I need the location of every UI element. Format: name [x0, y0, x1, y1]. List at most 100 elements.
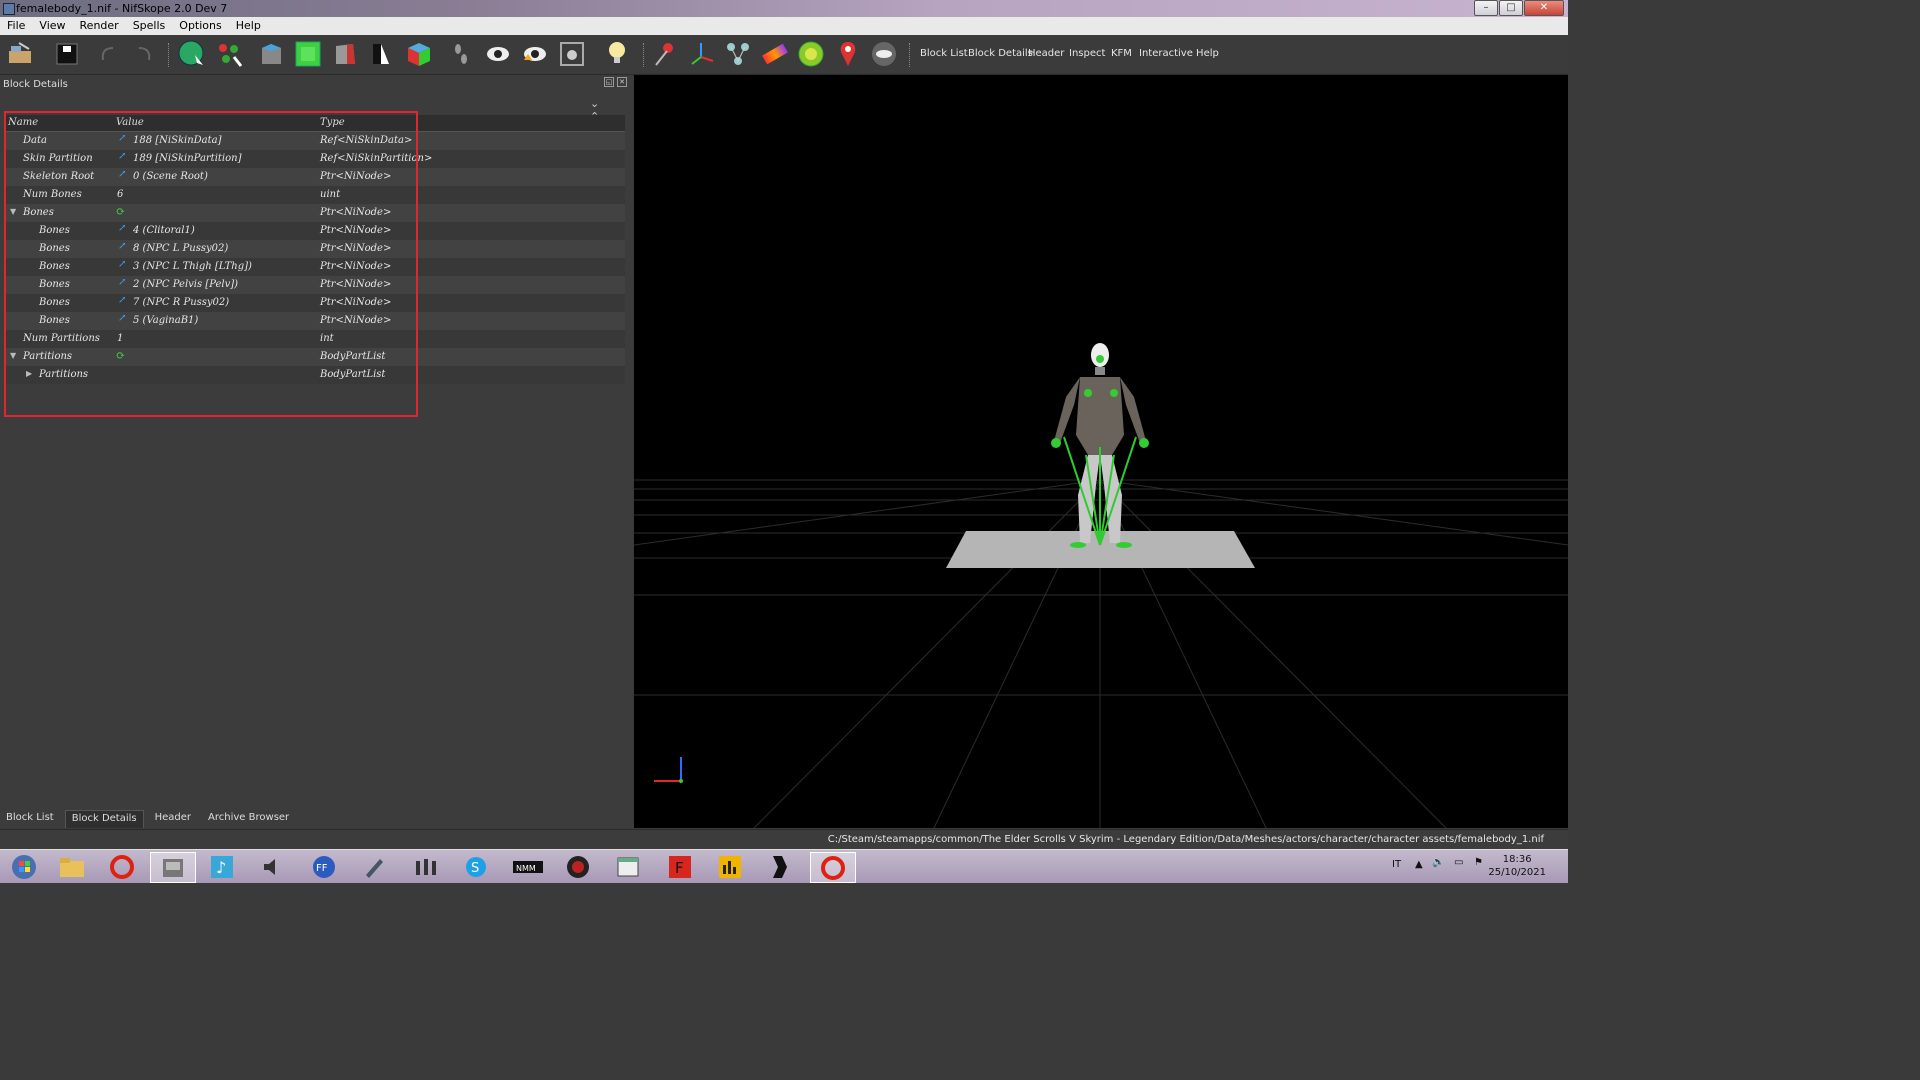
tree-row[interactable]: Bones ↗ 3 (NPC L Thigh [LThg]) Ptr<NiNode> — [6, 258, 625, 276]
column-value[interactable]: Value — [116, 117, 144, 128]
row-value[interactable]: 3 (NPC L Thigh [LThg]) — [133, 261, 252, 272]
cube-green-icon[interactable] — [293, 39, 323, 69]
menu-view[interactable]: View — [32, 17, 72, 35]
tree-row[interactable]: Bones ↗ 2 (NPC Pelvis [Pelv]) Ptr<NiNode> — [6, 276, 625, 294]
close-button[interactable]: ✕ — [1524, 0, 1564, 16]
eye-icon[interactable] — [483, 39, 513, 69]
gradient-icon[interactable] — [760, 39, 790, 69]
tree-row[interactable]: ▼ Bones ⟳ Ptr<NiNode> — [6, 204, 625, 222]
light-bulb-icon[interactable] — [602, 39, 632, 69]
start-icon[interactable] — [2, 852, 46, 881]
tree-row[interactable]: Num Bones 6 uint — [6, 186, 625, 204]
row-value[interactable]: 189 [NiSkinPartition] — [133, 153, 241, 164]
row-value[interactable]: 7 (NPC R Pussy02) — [133, 297, 229, 308]
opera-icon-2[interactable] — [810, 852, 856, 883]
cube-color-icon[interactable] — [404, 39, 434, 69]
tray-expand-icon[interactable]: ▲ — [1415, 859, 1423, 870]
row-value[interactable]: 1 — [117, 333, 123, 344]
language-indicator[interactable]: IT — [1392, 859, 1401, 870]
tree-row[interactable]: Num Partitions 1 int — [6, 330, 625, 348]
link-icon[interactable]: ↗ — [118, 259, 126, 270]
undo-icon[interactable] — [94, 39, 124, 69]
link-icon[interactable]: ↗ — [118, 133, 126, 144]
explorer-icon[interactable] — [50, 852, 94, 881]
maximize-button[interactable]: □ — [1499, 0, 1523, 16]
cube-blue-icon[interactable] — [256, 39, 286, 69]
f-app-icon[interactable]: F — [658, 852, 702, 881]
refresh-icon[interactable]: ⟳ — [116, 349, 125, 362]
tree-row[interactable]: ▶ Partitions BodyPartList — [6, 366, 625, 384]
chart-app-icon[interactable] — [708, 852, 752, 881]
footprints-icon[interactable] — [446, 39, 476, 69]
tab-block-details[interactable]: Block Details — [64, 810, 144, 828]
tab-block-list[interactable]: Block List — [0, 810, 60, 828]
collapse-arrow-icon[interactable]: ▼ — [10, 207, 16, 216]
cube-red-icon[interactable] — [330, 39, 360, 69]
flag-icon[interactable]: ⚑ — [1474, 857, 1483, 868]
nmm-icon[interactable]: NMM — [506, 852, 550, 881]
row-value[interactable]: 2 (NPC Pelvis [Pelv]) — [133, 279, 238, 290]
toolbar-link-inspect[interactable]: Inspect — [1069, 48, 1105, 59]
tree-row[interactable]: Bones ↗ 4 (Clitoral1) Ptr<NiNode> — [6, 222, 625, 240]
skype-icon[interactable]: S — [454, 852, 498, 881]
tree-row[interactable]: Bones ↗ 8 (NPC L Pussy02) Ptr<NiNode> — [6, 240, 625, 258]
row-value[interactable]: 188 [NiSkinData] — [133, 135, 222, 146]
toolbar-link-kfm[interactable]: KFM — [1111, 48, 1132, 59]
pin-icon[interactable] — [650, 39, 680, 69]
link-icon[interactable]: ↗ — [118, 241, 126, 252]
select-object-icon[interactable] — [177, 39, 207, 69]
opera-icon[interactable] — [100, 852, 144, 881]
toolbar-link-block-details[interactable]: Block Details — [968, 48, 1033, 59]
toolbar-link-block-list[interactable]: Block List — [920, 48, 968, 59]
volume-icon[interactable]: 🔊 — [1432, 857, 1444, 868]
menu-spells[interactable]: Spells — [126, 17, 173, 35]
expand-arrow-icon[interactable]: ▶ — [26, 369, 32, 378]
load-icon[interactable] — [6, 39, 36, 69]
app-icon[interactable] — [150, 852, 196, 883]
visibility-icon[interactable] — [869, 39, 899, 69]
select-vertex-icon[interactable] — [214, 39, 244, 69]
tree-row[interactable]: Bones ↗ 5 (VaginaB1) Ptr<NiNode> — [6, 312, 625, 330]
tree-row[interactable]: Skin Partition ↗ 189 [NiSkinPartition] Ref<… — [6, 150, 625, 168]
column-name[interactable]: Name — [8, 117, 38, 128]
row-value[interactable]: 8 (NPC L Pussy02) — [133, 243, 228, 254]
people-icon[interactable] — [404, 852, 448, 881]
toolbar-link-interactive-help[interactable]: Interactive Help — [1139, 48, 1219, 59]
row-value[interactable]: 0 (Scene Root) — [133, 171, 208, 182]
row-value[interactable]: 5 (VaginaB1) — [133, 315, 198, 326]
window-icon[interactable] — [606, 852, 650, 881]
redo-icon[interactable] — [128, 39, 158, 69]
row-value[interactable]: 6 — [117, 189, 123, 200]
network-icon[interactable]: ▭ — [1454, 857, 1463, 868]
collapse-arrow-icon[interactable]: ▼ — [10, 351, 16, 360]
music-icon[interactable]: ♪ — [200, 852, 244, 881]
tree-row[interactable]: Skeleton Root ↗ 0 (Scene Root) Ptr<NiNode> — [6, 168, 625, 186]
close-panel-button[interactable]: ✕ — [617, 77, 627, 87]
ffdec-icon[interactable]: FF — [302, 852, 346, 881]
link-icon[interactable]: ↗ — [118, 169, 126, 180]
sphere-icon[interactable] — [796, 39, 826, 69]
lightning-icon[interactable] — [366, 39, 396, 69]
float-panel-button[interactable]: ◱ — [604, 77, 614, 87]
tree-row[interactable]: Bones ↗ 7 (NPC R Pussy02) Ptr<NiNode> — [6, 294, 625, 312]
menu-options[interactable]: Options — [172, 17, 228, 35]
pen-icon[interactable] — [352, 852, 396, 881]
marker-icon[interactable] — [833, 39, 863, 69]
speaker-icon[interactable] — [250, 852, 294, 881]
link-icon[interactable]: ↗ — [118, 277, 126, 288]
link-icon[interactable]: ↗ — [118, 223, 126, 234]
link-icon[interactable]: ↗ — [118, 313, 126, 324]
save-icon[interactable] — [52, 39, 82, 69]
menu-render[interactable]: Render — [73, 17, 126, 35]
tree-row[interactable]: ▼ Partitions ⟳ BodyPartList — [6, 348, 625, 366]
camera-icon[interactable] — [557, 39, 587, 69]
axes-icon[interactable] — [687, 39, 717, 69]
toolbar-link-header[interactable]: Header — [1028, 48, 1064, 59]
menu-help[interactable]: Help — [229, 17, 268, 35]
link-icon[interactable]: ↗ — [118, 151, 126, 162]
arrow-app-icon[interactable] — [758, 852, 802, 881]
column-type[interactable]: Type — [320, 117, 345, 128]
tab-header[interactable]: Header — [149, 810, 197, 828]
tab-archive-browser[interactable]: Archive Browser — [202, 810, 295, 828]
collapse-all-icon[interactable]: ⌄ — [590, 97, 599, 110]
